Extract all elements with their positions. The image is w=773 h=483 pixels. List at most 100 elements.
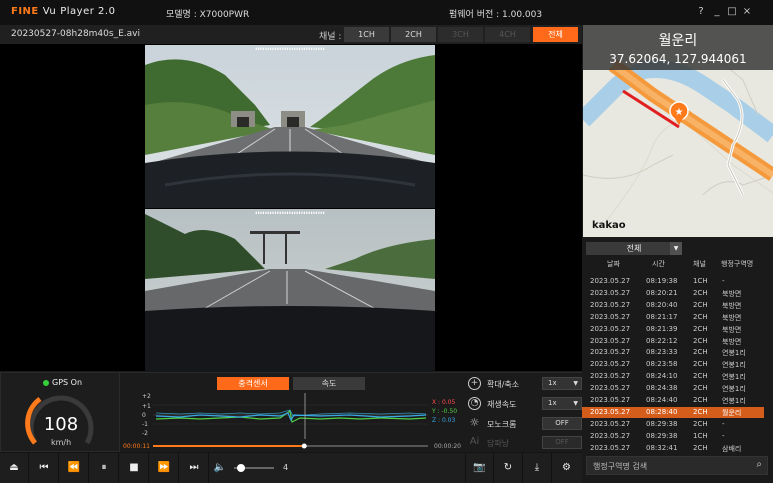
monochrome-toggle[interactable]: OFF: [542, 417, 582, 430]
channel-label: 채널 :: [319, 32, 342, 42]
row-date: 2023.05.27: [590, 431, 631, 440]
row-date: 2023.05.27: [590, 312, 631, 321]
table-row[interactable]: 2023.05.27 08:28:40 2CH 월운리: [582, 406, 764, 418]
column-time: 시간: [652, 260, 665, 268]
event-filter-select[interactable]: 전체 ▼: [586, 242, 682, 255]
row-channel: 2CH: [693, 419, 708, 428]
eject-button[interactable]: ⏏: [0, 453, 29, 483]
title-bar: FINE Vu Player 2.0 모델명 : X7000PWR 펌웨어 버전…: [0, 0, 773, 25]
model-name: 모델명 : X7000PWR: [166, 10, 250, 20]
region-search-input[interactable]: 행정구역명 검색 ⌕: [586, 456, 768, 475]
playback-toolbar: ⏏ ⏮ ⏪ ⏸ ■ ⏩ ⏭ 🔈 4 📷 ↻ ⤓ ⚙: [0, 453, 582, 483]
row-date: 2023.05.27: [590, 324, 631, 333]
table-row[interactable]: 2023.05.27 08:24:10 2CH 연봉1리: [582, 371, 764, 382]
channel-1ch-button[interactable]: 1CH: [344, 27, 389, 42]
rewind-button[interactable]: ⏪: [60, 453, 89, 483]
map-header: 월운리 37.62064, 127.944061: [583, 25, 773, 70]
table-row[interactable]: 2023.05.27 08:23:33 2CH 연봉1리: [582, 347, 764, 358]
fast-forward-button[interactable]: ⏩: [150, 453, 179, 483]
table-row[interactable]: 2023.05.27 08:32:41 2CH 삼배리: [582, 443, 764, 454]
row-channel: 2CH: [693, 407, 708, 416]
column-channel: 채널: [693, 260, 706, 268]
row-channel: 2CH: [693, 360, 708, 369]
playback-speed-label: 재생속도: [487, 400, 517, 409]
rear-camera-image: [145, 209, 435, 372]
rotate-button[interactable]: ↻: [494, 453, 523, 483]
map-coordinates: 37.62064, 127.944061: [609, 52, 747, 66]
maximize-button[interactable]: □: [725, 5, 739, 19]
row-time: 08:20:40: [646, 300, 678, 309]
row-channel: 2CH: [693, 396, 708, 404]
row-region: 북방면: [722, 301, 742, 310]
table-row[interactable]: 2023.05.27 08:21:17 2CH 북방면: [582, 312, 764, 323]
front-camera-timestamp: ▮▮▮▮▮▮▮▮▮▮▮▮▮▮▮▮▮▮▮▮▮▮▮▮▮▮▮▮▮: [255, 46, 325, 51]
download-button[interactable]: ⤓: [523, 453, 552, 483]
close-button[interactable]: ×: [740, 5, 754, 19]
row-date: 2023.05.27: [590, 372, 631, 381]
table-row[interactable]: 2023.05.27 08:21:39 2CH 북방면: [582, 324, 764, 335]
channel-all-button[interactable]: 전체: [533, 27, 578, 42]
x-axis-value: X : 0.05: [432, 399, 456, 406]
playback-speed-select[interactable]: 1x ▼: [542, 397, 582, 410]
row-date: 2023.05.27: [590, 336, 631, 345]
channel-2ch-button[interactable]: 2CH: [391, 27, 436, 42]
minimize-button[interactable]: _: [710, 5, 724, 19]
gps-speed-panel: GPS On 108 km/h: [0, 372, 120, 452]
table-row[interactable]: 2023.05.27 08:24:40 2CH 연봉1리: [582, 395, 764, 406]
row-region: -: [722, 419, 725, 428]
help-button[interactable]: ?: [694, 5, 708, 19]
table-row[interactable]: 2023.05.27 08:24:38 2CH 연봉1리: [582, 383, 764, 394]
zoom-select[interactable]: 1x ▼: [542, 377, 582, 390]
row-region: 연봉1리: [722, 397, 746, 405]
row-channel: 2CH: [693, 443, 708, 452]
channel-3ch-button[interactable]: 3CH: [438, 27, 483, 42]
playback-options-panel: + 확대/축소 1x ▼ ◔ 재생속도 1x ▼ ☼ 모노크롬 OFF Ai 담파낭…: [462, 372, 582, 452]
table-row[interactable]: 2023.05.27 08:29:38 2CH -: [582, 419, 764, 430]
row-time: 08:22:12: [646, 336, 678, 345]
row-channel: 2CH: [693, 384, 708, 393]
row-channel: 2CH: [693, 312, 708, 321]
video-area[interactable]: ▮▮▮▮▮▮▮▮▮▮▮▮▮▮▮▮▮▮▮▮▮▮▮▮▮▮▮▮▮ ▮▮▮▮▮▮▮▮▮▮…: [0, 44, 582, 372]
row-time: 08:24:40: [646, 396, 678, 404]
table-row[interactable]: 2023.05.27 08:22:12 2CH 북방면: [582, 336, 764, 347]
row-date: 2023.05.27: [590, 384, 631, 393]
row-date: 2023.05.27: [590, 360, 631, 369]
volume-knob[interactable]: [237, 464, 246, 472]
snapshot-camera-button[interactable]: 📷: [465, 453, 494, 483]
search-icon[interactable]: ⌕: [756, 459, 762, 470]
sensor-graph-panel: 충격센서 속도 +2 +1 0 -1 -2 X : 0.05 Y : -0.50…: [120, 372, 462, 452]
row-time: 08:29:38: [646, 419, 678, 428]
row-time: 08:29:38: [646, 431, 678, 440]
chevron-down-icon: ▼: [573, 380, 578, 387]
volume-slider[interactable]: [234, 464, 274, 472]
stop-button[interactable]: ■: [120, 453, 149, 483]
map-view[interactable]: ★ 월운리 37.62064, 127.944061 kakao: [583, 25, 773, 237]
rear-camera-view[interactable]: ▮▮▮▮▮▮▮▮▮▮▮▮▮▮▮▮▮▮▮▮▮▮▮▮▮▮▮▮▮: [145, 209, 435, 372]
channel-4ch-button[interactable]: 4CH: [485, 27, 530, 42]
table-row[interactable]: 2023.05.27 08:20:40 2CH 북방면: [582, 300, 764, 311]
row-time: 08:21:17: [646, 312, 678, 321]
ai-toggle[interactable]: OFF: [542, 436, 582, 449]
sensor-graph[interactable]: [120, 373, 462, 453]
settings-gear-button[interactable]: ⚙: [552, 453, 581, 483]
row-time: 08:32:41: [646, 443, 678, 452]
table-row[interactable]: 2023.05.27 08:19:38 1CH -: [582, 276, 764, 287]
row-region: 북방면: [722, 313, 742, 322]
previous-file-button[interactable]: ⏮: [30, 453, 59, 483]
front-camera-view[interactable]: ▮▮▮▮▮▮▮▮▮▮▮▮▮▮▮▮▮▮▮▮▮▮▮▮▮▮▮▮▮: [145, 45, 435, 208]
column-date: 날짜: [607, 260, 620, 268]
map-brand-logo: kakao: [592, 220, 626, 231]
playback-progress-knob[interactable]: [301, 443, 307, 449]
logo-vu: Vu: [42, 6, 57, 17]
column-region: 행정구역명: [721, 260, 754, 268]
speed-unit: km/h: [51, 438, 72, 447]
table-row[interactable]: 2023.05.27 08:20:21 2CH 북방면: [582, 288, 764, 299]
chevron-down-icon: ▼: [573, 400, 578, 407]
pause-button[interactable]: ⏸: [90, 453, 119, 483]
table-row[interactable]: 2023.05.27 08:29:38 1CH -: [582, 431, 764, 442]
next-file-button[interactable]: ⏭: [180, 453, 209, 483]
volume-icon[interactable]: 🔈: [210, 453, 230, 483]
rear-camera-timestamp: ▮▮▮▮▮▮▮▮▮▮▮▮▮▮▮▮▮▮▮▮▮▮▮▮▮▮▮▮▮: [255, 210, 325, 215]
row-time: 08:21:39: [646, 324, 678, 333]
table-row[interactable]: 2023.05.27 08:23:58 2CH 연봉1리: [582, 359, 764, 370]
